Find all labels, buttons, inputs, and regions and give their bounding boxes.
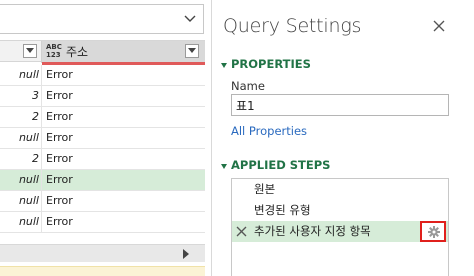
cell-value: 2	[32, 110, 39, 123]
step-added-custom[interactable]: 추가된 사용자 지정 항목	[232, 221, 448, 242]
applied-steps-section-title[interactable]: APPLIED STEPS	[231, 158, 330, 172]
table-row[interactable]: null Error	[0, 65, 205, 86]
filter-dropdown-icon[interactable]	[23, 44, 37, 58]
horizontal-scrollbar[interactable]	[0, 244, 205, 262]
cell-error[interactable]: Error	[46, 170, 73, 190]
all-properties-link[interactable]: All Properties	[231, 124, 307, 138]
query-name-input[interactable]	[231, 94, 449, 116]
cell-error[interactable]: Error	[46, 191, 73, 211]
table-row[interactable]: 3 Error	[0, 86, 205, 107]
formula-bar[interactable]	[0, 4, 204, 34]
step-source[interactable]: 원본	[232, 179, 448, 200]
name-label: Name	[231, 79, 265, 93]
cell-value: 3	[32, 89, 39, 102]
delete-x-icon[interactable]	[236, 226, 247, 237]
cell-error[interactable]: Error	[46, 212, 73, 232]
chevron-down-icon[interactable]	[183, 12, 197, 26]
step-label: 변경된 유형	[254, 203, 311, 217]
type-any-icon[interactable]: ABC 123	[46, 43, 62, 59]
step-settings-button[interactable]	[420, 221, 446, 242]
cell-value: null	[18, 68, 39, 81]
status-strip	[0, 266, 205, 276]
step-label: 추가된 사용자 지정 항목	[254, 224, 371, 238]
pane-title: Query Settings	[223, 15, 362, 37]
collapse-triangle-icon[interactable]	[221, 164, 227, 169]
column-name: 주소	[66, 45, 89, 59]
table-row[interactable]: null Error	[0, 191, 205, 212]
gear-icon[interactable]	[428, 226, 440, 238]
close-icon[interactable]	[430, 17, 448, 35]
cell-error[interactable]: Error	[46, 107, 73, 127]
column-header-row: ABC 123 주소	[0, 40, 205, 63]
cell-error[interactable]: Error	[46, 86, 73, 106]
grid-rows: null Error 3 Error 2 Error null Error 2 …	[0, 65, 205, 233]
collapse-triangle-icon[interactable]	[221, 63, 227, 68]
cell-error[interactable]: Error	[46, 128, 73, 148]
table-row[interactable]: 2 Error	[0, 107, 205, 128]
triangle-right-icon[interactable]	[181, 249, 191, 259]
data-grid: ABC 123 주소 null Error 3 Error 2 Error nul…	[0, 0, 205, 276]
cell-value: null	[18, 194, 39, 207]
query-settings-pane: Query Settings PROPERTIES Name All Prope…	[212, 0, 474, 276]
cell-error[interactable]: Error	[46, 65, 73, 85]
table-row[interactable]: null Error	[0, 212, 205, 233]
step-changed-type[interactable]: 변경된 유형	[232, 200, 448, 221]
cell-error[interactable]: Error	[46, 149, 73, 169]
step-label: 원본	[254, 182, 276, 196]
cell-value: null	[18, 173, 39, 186]
cell-value: 2	[32, 152, 39, 165]
cell-value: null	[18, 215, 39, 228]
table-row-selected[interactable]: null Error	[0, 170, 205, 191]
table-row[interactable]: null Error	[0, 128, 205, 149]
filter-dropdown-icon[interactable]	[185, 44, 199, 58]
applied-steps-list: 원본 변경된 유형 추가된 사용자 지정 항목	[231, 178, 449, 276]
column-header-address[interactable]: ABC 123 주소	[42, 41, 205, 63]
cell-value: null	[18, 131, 39, 144]
properties-section-title[interactable]: PROPERTIES	[231, 57, 311, 71]
table-row[interactable]: 2 Error	[0, 149, 205, 170]
